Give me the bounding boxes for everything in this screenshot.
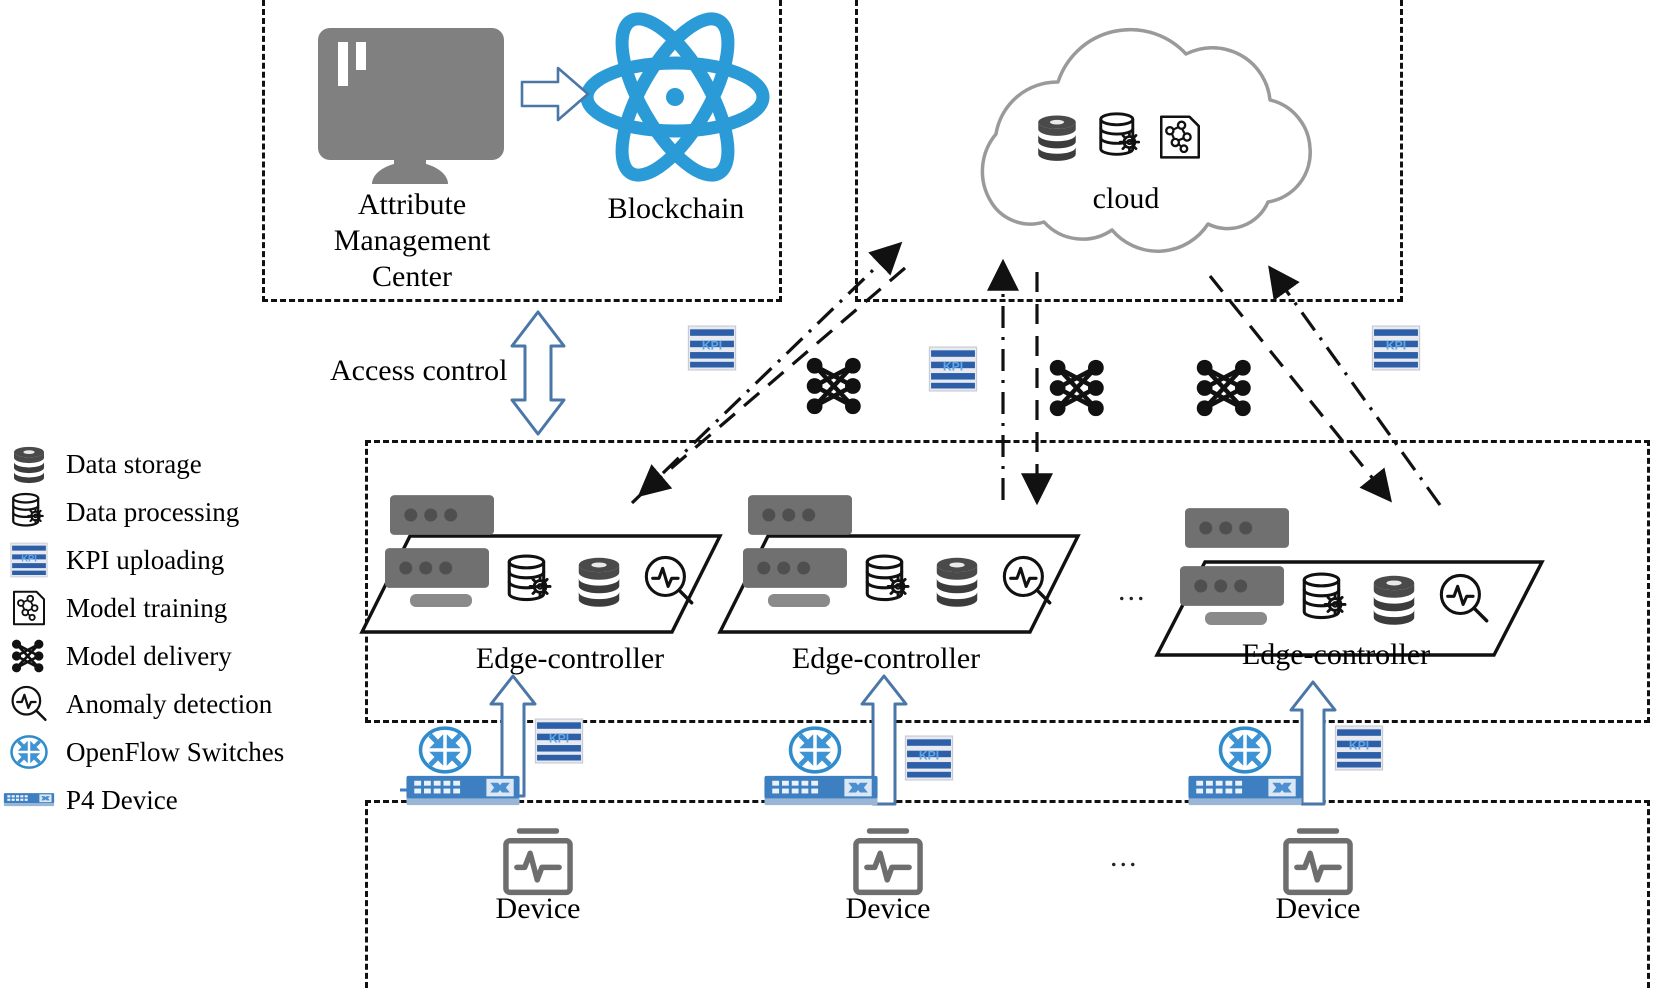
edge-controller-2 (717, 495, 1081, 634)
model-delivery-icon-1 (807, 358, 861, 414)
openflow-switch-icon-3 (1218, 726, 1272, 774)
device-plane-ellipsis: ... (1110, 840, 1139, 873)
edge-controller-label-3: Edge-controller (1241, 638, 1431, 671)
access-control-arrow (510, 310, 566, 436)
edge-plane-ellipsis: ... (1118, 574, 1147, 607)
kpi-upload-flow-3 (1268, 265, 1442, 506)
legend-label-data-storage: Data storage (66, 448, 202, 479)
p4-device-icon-1 (406, 775, 520, 806)
switch1-kpi-icon (534, 718, 584, 764)
attribute-center-line-3: Center (372, 260, 452, 293)
legend-label-openflow-switches: OpenFlow Switches (66, 736, 285, 767)
edge-controller-label-1: Edge-controller (475, 642, 665, 675)
legend-item-openflow-switches: OpenFlow Switches (0, 728, 345, 776)
access-control-label: Access control (330, 354, 508, 387)
legend-item-anomaly-detection: Anomaly detection (0, 680, 345, 728)
model-delivery-flow-1 (637, 266, 907, 498)
data-processing-icon (0, 489, 58, 535)
model-training-icon (0, 585, 58, 631)
legend: Data storage Data processing KPI uploadi… (0, 440, 345, 824)
kpi-upload-flow-1 (630, 241, 903, 505)
legend-item-data-storage: Data storage (0, 440, 345, 488)
attribute-center-line-2: Management (333, 224, 491, 257)
p4-device-icon-2 (764, 775, 878, 806)
device-label-3: Device (1275, 892, 1361, 925)
switch-node-2 (764, 726, 954, 806)
legend-item-kpi-uploading: KPI uploading (0, 536, 345, 584)
legend-item-p4-device: P4 Device (0, 776, 345, 824)
openflow-switch-icon-2 (788, 726, 842, 774)
diagram-canvas: KPI (0, 0, 1655, 988)
anomaly-detection-icon (0, 681, 58, 727)
kpi-uploading-icon (0, 537, 58, 583)
data-storage-icon (0, 441, 58, 487)
switch2-kpi-icon (904, 735, 954, 781)
device-icon-1 (506, 828, 570, 892)
blockchain-icon (580, 12, 770, 182)
switch-node-1 (400, 718, 584, 806)
blockchain-label: Blockchain (607, 192, 745, 225)
model-delivery-icon-2 (1050, 360, 1104, 416)
p4-device-icon-3 (1188, 775, 1302, 806)
kpi-uploading-icon-1 (687, 325, 737, 371)
kpi-uploading-icon-2 (928, 346, 978, 392)
legend-label-model-training: Model training (66, 592, 228, 623)
legend-item-model-training: Model training (0, 584, 345, 632)
legend-item-data-processing: Data processing (0, 488, 345, 536)
kpi-uploading-icon-3 (1371, 325, 1421, 371)
device-icon-2 (856, 828, 920, 892)
edge-controller-1 (359, 495, 723, 634)
openflow-switch-icon (0, 729, 58, 775)
edge-controller-label-2: Edge-controller (791, 642, 981, 675)
legend-label-data-processing: Data processing (66, 496, 240, 527)
edge-controller-3 (1154, 508, 1545, 657)
openflow-switch-icon-1 (418, 726, 472, 774)
legend-label-anomaly-detection: Anomaly detection (66, 688, 273, 719)
device-label-2: Device (845, 892, 931, 925)
legend-label-model-delivery: Model delivery (66, 640, 232, 671)
cloud-label: cloud (1092, 182, 1160, 215)
attribute-management-center-icon (318, 28, 504, 184)
attribute-center-line-1: Attribute (357, 188, 467, 221)
cloud-shape (980, 27, 1312, 253)
device-icon-3 (1286, 828, 1350, 892)
device-label-1: Device (495, 892, 581, 925)
switch3-kpi-icon (1334, 725, 1384, 771)
amc-to-blockchain-arrow (520, 66, 590, 122)
model-delivery-icon (0, 633, 58, 679)
legend-label-p4-device: P4 Device (66, 784, 178, 815)
p4-device-icon (0, 777, 58, 823)
legend-label-kpi-uploading: KPI uploading (66, 544, 225, 575)
model-delivery-icon-3 (1197, 360, 1251, 416)
switch-node-3 (1188, 725, 1384, 806)
legend-item-model-delivery: Model delivery (0, 632, 345, 680)
